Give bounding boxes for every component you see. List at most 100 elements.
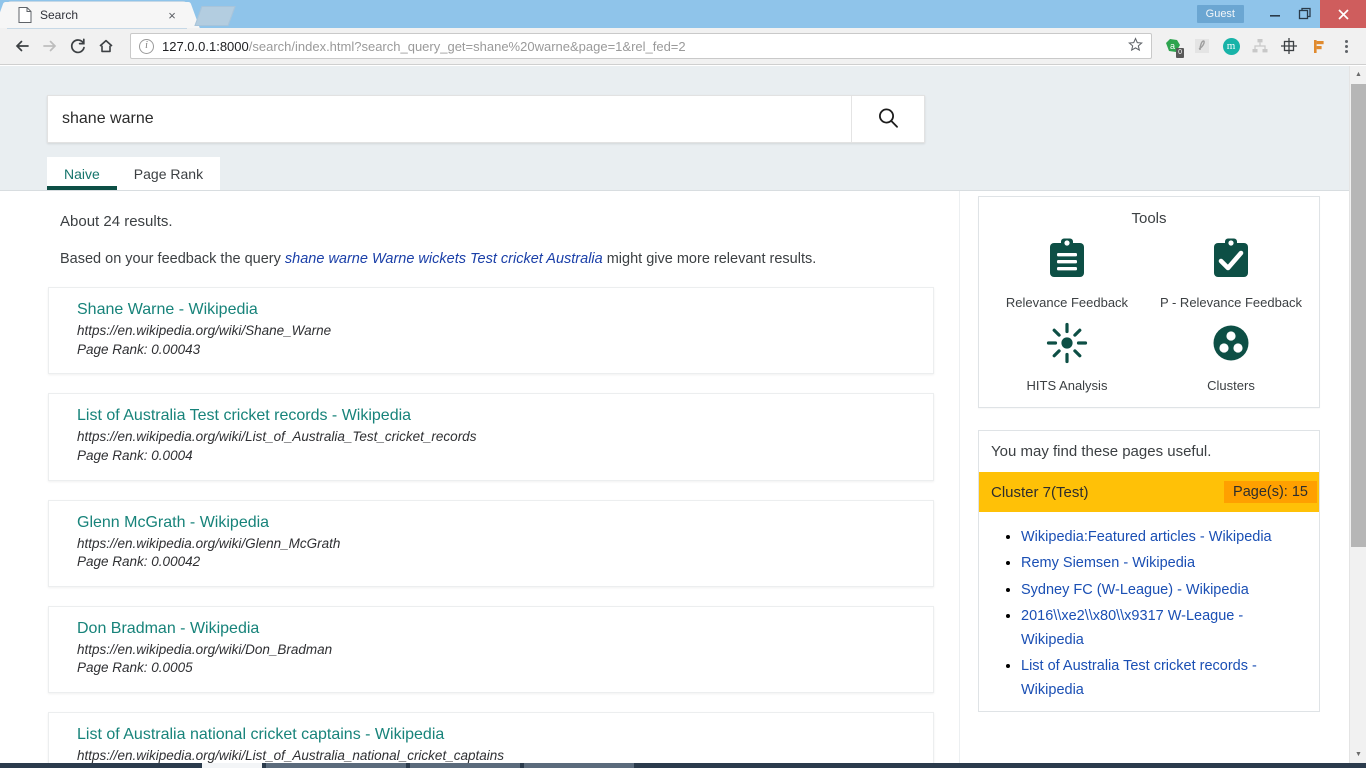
mendeley-letter: m — [1222, 37, 1240, 55]
cluster-link[interactable]: Remy Siemsen - Wikipedia — [1021, 555, 1195, 571]
tool-relevance-feedback[interactable]: Relevance Feedback — [985, 237, 1149, 310]
crosshair-extension-icon[interactable] — [1276, 33, 1302, 59]
extension-icons: a 0 m — [1160, 33, 1358, 59]
browser-tab-search[interactable]: Search × — [8, 2, 186, 28]
close-icon[interactable]: × — [164, 7, 180, 23]
sidebar-column: Tools Relevance Feedback P - Relevance F… — [960, 191, 1348, 763]
adblock-extension-icon[interactable]: a 0 — [1160, 33, 1186, 59]
clipboard-list-icon — [1046, 237, 1088, 286]
hub-sun-icon — [1046, 322, 1088, 369]
clipboard-check-icon — [1210, 237, 1252, 286]
result-item[interactable]: Don Bradman - Wikipedia https://en.wikip… — [48, 605, 934, 693]
profile-badge[interactable]: Guest — [1196, 5, 1244, 23]
cluster-link[interactable]: 2016\\xe2\\x80\\x9317 W-League - Wikiped… — [1021, 608, 1243, 647]
pdf-extension-icon[interactable] — [1189, 33, 1215, 59]
search-icon — [875, 105, 901, 134]
feedback-query-link[interactable]: shane warne Warne wickets Test cricket A… — [285, 251, 603, 267]
scroll-up-icon[interactable]: ▲ — [1350, 66, 1366, 83]
taskbar-item[interactable] — [266, 763, 406, 768]
window-close-button[interactable] — [1320, 0, 1366, 28]
tool-label: Clusters — [1207, 378, 1255, 393]
cluster-name: Cluster 7(Test) — [991, 483, 1089, 501]
tool-label: P - Relevance Feedback — [1159, 295, 1303, 310]
result-title-link[interactable]: Glenn McGrath - Wikipedia — [77, 514, 917, 532]
result-title-link[interactable]: Don Bradman - Wikipedia — [77, 620, 917, 638]
search-input[interactable] — [48, 96, 851, 142]
tool-label: Relevance Feedback — [1005, 295, 1129, 310]
tool-hits-analysis[interactable]: HITS Analysis — [985, 322, 1149, 393]
scroll-down-icon[interactable]: ▼ — [1350, 746, 1366, 763]
minimize-button[interactable] — [1260, 0, 1290, 28]
page-scrollbar[interactable]: ▲ ▼ — [1349, 66, 1366, 763]
address-bar-url: 127.0.0.1:8000/search/index.html?search_… — [162, 39, 1125, 54]
result-page-rank: Page Rank: 0.0004 — [77, 447, 193, 463]
signpost-extension-icon[interactable] — [1305, 33, 1331, 59]
cluster-link[interactable]: Sydney FC (W-League) - Wikipedia — [1021, 582, 1249, 598]
result-page-rank: Page Rank: 0.0005 — [77, 660, 193, 676]
home-icon[interactable] — [92, 32, 120, 60]
cluster-link[interactable]: Wikipedia:Featured articles - Wikipedia — [1021, 529, 1272, 545]
results-count: About 24 results. — [60, 213, 173, 230]
browser-toolbar: i 127.0.0.1:8000/search/index.html?searc… — [0, 28, 1366, 65]
ranking-tabs: Naive Page Rank — [47, 157, 221, 190]
tab-page-rank[interactable]: Page Rank — [116, 157, 221, 190]
browser-tab-title: Search — [40, 8, 79, 22]
result-item[interactable]: List of Australia national cricket capta… — [48, 712, 934, 763]
result-page-rank: Page Rank: 0.00042 — [77, 554, 201, 570]
tool-label: HITS Analysis — [1026, 378, 1108, 393]
result-title-link[interactable]: List of Australia Test cricket records -… — [77, 407, 917, 425]
taskbar-item[interactable] — [410, 763, 520, 768]
search-row — [47, 95, 925, 143]
result-title-link[interactable]: List of Australia national cricket capta… — [77, 726, 917, 744]
adblock-badge-count: 0 — [1176, 48, 1184, 58]
search-box[interactable] — [47, 95, 925, 143]
list-item: List of Australia Test cricket records -… — [1021, 655, 1305, 702]
forward-icon — [36, 32, 64, 60]
result-item[interactable]: Shane Warne - Wikipedia https://en.wikip… — [48, 287, 934, 375]
result-item[interactable]: Glenn McGrath - Wikipedia https://en.wik… — [48, 499, 934, 587]
cluster-page-count-badge: Page(s): 15 — [1224, 481, 1317, 503]
new-tab-button[interactable] — [194, 6, 236, 26]
result-url: https://en.wikipedia.org/wiki/Glenn_McGr… — [77, 535, 341, 551]
feedback-suggestion: Based on your feedback the query shane w… — [60, 251, 959, 267]
tool-clusters[interactable]: Clusters — [1149, 322, 1313, 393]
result-title-link[interactable]: Shane Warne - Wikipedia — [77, 301, 917, 319]
search-submit-button[interactable] — [852, 96, 924, 142]
back-icon[interactable] — [8, 32, 36, 60]
list-item: 2016\\xe2\\x80\\x9317 W-League - Wikiped… — [1021, 605, 1305, 652]
result-list: Shane Warne - Wikipedia https://en.wikip… — [0, 267, 959, 763]
address-bar-path: /search/index.html?search_query_get=shan… — [248, 38, 686, 54]
cluster-link[interactable]: List of Australia Test cricket records -… — [1021, 658, 1257, 697]
list-item: Remy Siemsen - Wikipedia — [1021, 552, 1305, 575]
tool-p-relevance-feedback[interactable]: P - Relevance Feedback — [1149, 237, 1313, 310]
cluster-link-list: Wikipedia:Featured articles - Wikipedia … — [979, 512, 1319, 711]
tools-panel-title: Tools — [1131, 210, 1167, 227]
result-item[interactable]: List of Australia Test cricket records -… — [48, 393, 934, 481]
browser-window: Search × Guest i 127.0.0.1:8000/search/i… — [0, 0, 1366, 768]
tab-naive[interactable]: Naive — [47, 157, 117, 190]
page-icon — [18, 7, 32, 23]
clusters-dots-icon — [1210, 322, 1252, 369]
taskbar-item[interactable] — [202, 763, 262, 768]
result-page-rank: Page Rank: 0.00043 — [77, 341, 201, 357]
mendeley-extension-icon[interactable]: m — [1218, 33, 1244, 59]
taskbar-item[interactable] — [524, 763, 634, 768]
page-content: About 24 results. Based on your feedback… — [0, 191, 1349, 763]
address-bar[interactable]: i 127.0.0.1:8000/search/index.html?searc… — [130, 33, 1152, 59]
result-url: https://en.wikipedia.org/wiki/Shane_Warn… — [77, 323, 332, 338]
maximize-button[interactable] — [1290, 0, 1320, 28]
result-url: https://en.wikipedia.org/wiki/Don_Bradma… — [77, 641, 333, 657]
browser-titlebar: Search × Guest — [0, 0, 1366, 28]
sitemap-extension-icon[interactable] — [1247, 33, 1273, 59]
feedback-suffix: might give more relevant results. — [602, 251, 817, 267]
browser-menu-icon[interactable] — [1334, 39, 1358, 53]
scrollbar-thumb[interactable] — [1351, 84, 1366, 547]
address-bar-host: 127.0.0.1:8000 — [162, 38, 249, 54]
reload-icon[interactable] — [64, 32, 92, 60]
bookmark-star-icon[interactable] — [1125, 37, 1145, 55]
search-header: Naive Page Rank — [0, 66, 1349, 190]
result-url: https://en.wikipedia.org/wiki/List_of_Au… — [77, 429, 477, 445]
site-info-icon[interactable]: i — [139, 38, 154, 54]
tools-panel: Tools Relevance Feedback P - Relevance F… — [978, 196, 1320, 408]
cluster-header[interactable]: Cluster 7(Test) Page(s): 15 — [979, 472, 1319, 512]
